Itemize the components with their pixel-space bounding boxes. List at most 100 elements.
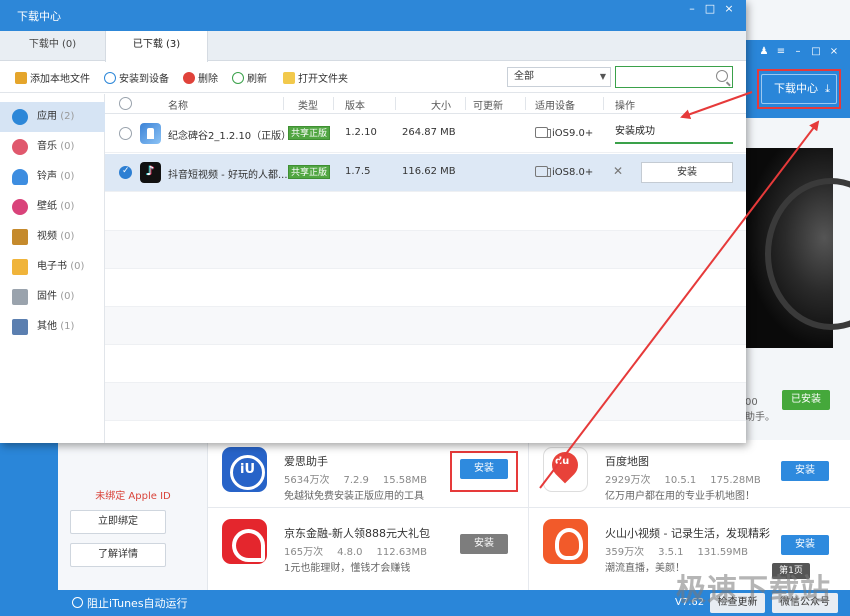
app-version: 4.8.0 [337,547,363,558]
tab-downloaded[interactable]: 已下载 (3) [105,31,208,62]
sidebar-item-label: 固件 [37,291,57,302]
sidebar-item-apps[interactable]: 应用 (2) [0,102,105,132]
category-sidebar: 应用 (2) 音乐 (0) 铃声 (0) 壁纸 (0) 视频 (0) 电子书 (… [0,94,105,443]
add-local-file-button[interactable]: 添加本地文件 [15,70,90,85]
itunes-block-toggle[interactable]: 阻止iTunes自动运行 [72,595,188,611]
empty-row [105,307,746,345]
app-card-baidu-map[interactable]: 百度地图 2929万次 10.5.1 175.28MB 亿万用户都在用的专业手机地图… [543,447,850,513]
refresh-label: 刷新 [247,74,267,85]
wallpaper-icon [12,199,28,215]
table-row[interactable]: 纪念碑谷2_1.2.10（正版） 共享正版 1.2.10 264.87 MB i… [105,115,746,153]
shirt-icon[interactable]: ♟ [758,46,770,58]
search-input[interactable] [616,67,712,87]
sidebar-item-videos[interactable]: 视频 (0) [0,222,105,252]
minimize-icon[interactable]: – [682,1,702,19]
install-button[interactable]: 安装 [781,535,829,555]
app-name: 百度地图 [605,455,649,468]
install-button[interactable]: 安装 [641,162,733,183]
sidebar-item-other[interactable]: 其他 (1) [0,312,105,342]
app-name: 爱思助手 [284,455,328,468]
row-checkbox[interactable] [119,127,132,140]
app-downloads: 2929万次 [605,475,651,486]
sidebar-item-count: (0) [60,141,75,152]
search-icon[interactable] [716,70,728,82]
app-size: 131.59MB [697,547,749,558]
sidebar-item-music[interactable]: 音乐 (0) [0,132,105,162]
maximize-icon[interactable]: □ [810,46,822,58]
sidebar-item-ebooks[interactable]: 电子书 (0) [0,252,105,282]
aisi-app-icon [222,447,267,492]
huoshan-app-icon [543,519,588,564]
row-app-name: 抖音短视频 - 好玩的人都... [168,170,288,181]
video-icon [12,229,28,245]
table-row[interactable]: 抖音短视频 - 好玩的人都... 共享正版 1.7.5 116.62 MB iO… [105,154,746,192]
sidebar-item-count: (2) [60,111,75,122]
filter-select[interactable]: 全部 ▼ [507,67,611,87]
column-name[interactable]: 名称 [168,97,188,112]
cancel-icon[interactable]: ✕ [613,164,623,178]
dialog-tabs: 下载中 (0) 已下载 (3) [0,31,746,62]
sidebar-item-count: (0) [60,231,75,242]
app-downloads: 165万次 [284,547,324,558]
row-checkbox[interactable] [119,166,132,179]
install-button[interactable]: 安装 [460,534,508,554]
column-size[interactable]: 大小 [431,97,451,112]
maximize-icon[interactable]: □ [700,1,720,19]
open-folder-label: 打开文件夹 [298,74,348,85]
folder-icon [283,72,295,84]
delete-button[interactable]: 删除 [183,70,218,85]
sidebar-item-label: 壁纸 [37,201,57,212]
minimize-icon[interactable]: – [792,46,804,58]
peek-text: 00 助手。 [745,395,775,425]
column-type[interactable]: 类型 [298,97,318,112]
sidebar-item-firmware[interactable]: 固件 (0) [0,282,105,312]
install-button[interactable]: 安装 [781,461,829,481]
device-icon [535,127,551,138]
dialog-titlebar: 下载中心 – □ × [0,0,746,31]
open-folder-button[interactable]: 打开文件夹 [283,70,348,85]
menu-icon[interactable]: ≡ [775,46,787,58]
app-meta: 2929万次 10.5.1 175.28MB [605,471,775,486]
search-box [615,66,733,88]
learn-more-button[interactable]: 了解详情 [70,543,166,567]
chevron-down-icon: ▼ [599,72,606,81]
row-version: 1.7.5 [345,166,371,177]
app-downloads: 5634万次 [284,475,330,486]
sidebar-item-ringtones[interactable]: 铃声 (0) [0,162,105,192]
app-version: 7.2.9 [343,475,369,486]
app-version: 3.5.1 [658,547,684,558]
tab-downloading[interactable]: 下载中 (0) [0,31,105,61]
delete-icon [183,72,195,84]
close-icon[interactable]: × [828,46,840,58]
select-all-checkbox[interactable] [119,97,132,110]
device-icon [535,166,551,177]
refresh-button[interactable]: 刷新 [232,70,267,85]
douyin-app-icon [140,162,161,183]
column-updatable[interactable]: 可更新 [473,97,503,112]
install-to-device-button[interactable]: 安装到设备 [104,70,169,85]
column-action: 操作 [615,101,635,112]
install-to-device-label: 安装到设备 [119,74,169,85]
sidebar-item-wallpapers[interactable]: 壁纸 (0) [0,192,105,222]
column-version[interactable]: 版本 [345,97,365,112]
itunes-block-label: 阻止iTunes自动运行 [87,597,188,610]
install-status: 安装成功 [615,126,655,137]
app-size: 175.28MB [710,475,761,486]
column-separator [395,97,396,110]
column-separator [465,97,466,110]
app-desc: 1元也能理财，懂钱才会赚钱 [284,563,411,574]
close-icon[interactable]: × [719,1,739,19]
book-icon [12,259,28,275]
sidebar-item-label: 视频 [37,231,57,242]
filter-selected-value: 全部 [514,71,534,82]
other-icon [12,319,28,335]
add-file-icon [15,72,27,84]
install-progress-fill [615,142,733,144]
app-name: 京东金融-新人领888元大礼包 [284,527,430,540]
row-app-name: 纪念碑谷2_1.2.10（正版） [168,131,292,142]
row-device-label: iOS9.0+ [552,128,594,139]
installed-button[interactable]: 已安装 [782,390,830,410]
app-card-jd-finance[interactable]: 京东金融-新人领888元大礼包 165万次 4.8.0 112.63MB 1元也能理… [222,519,542,585]
column-device[interactable]: 适用设备 [535,97,575,112]
bind-now-button[interactable]: 立即绑定 [70,510,166,534]
